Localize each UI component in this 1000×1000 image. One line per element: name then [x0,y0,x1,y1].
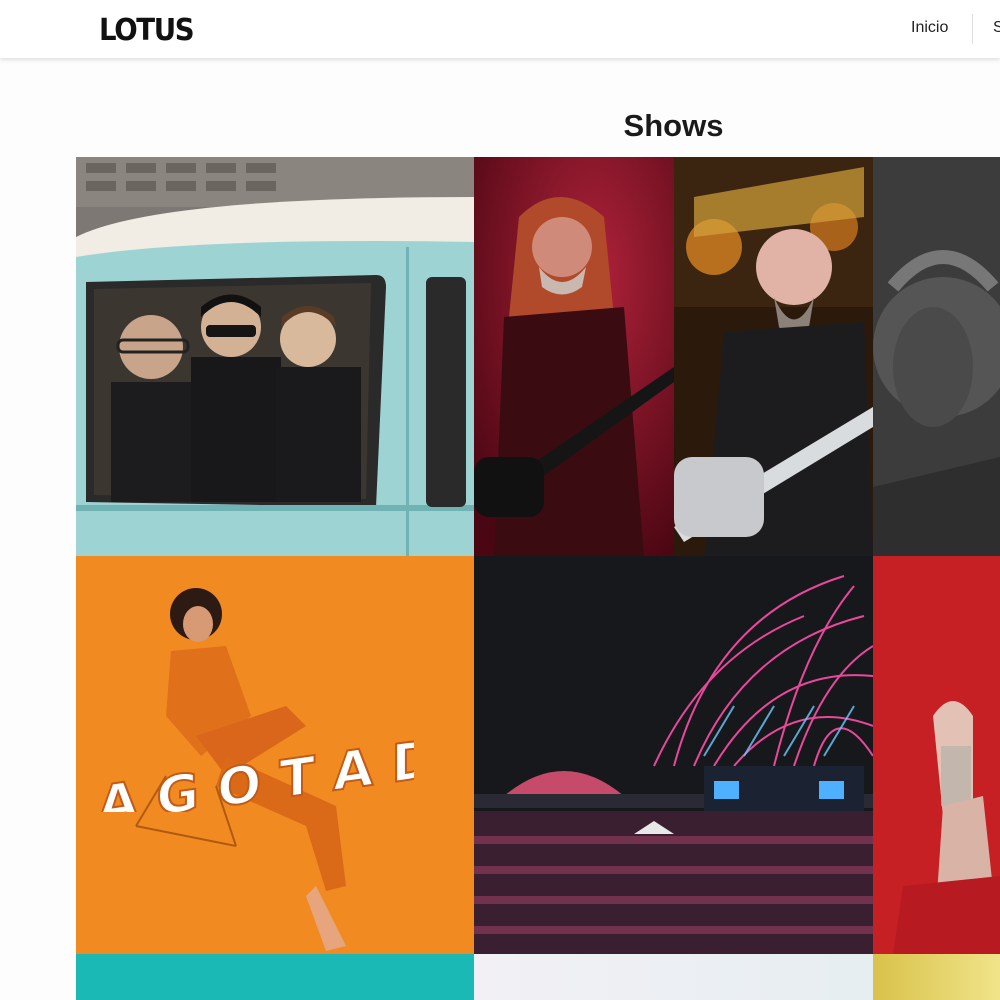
show-tile-yellow[interactable] [873,954,1000,1000]
site-header: LOTUS Inicio S [0,0,1000,58]
show-tile-guitarist[interactable] [674,157,873,556]
logo[interactable]: LOTUS [99,11,195,51]
red-artist-photo [873,556,1000,954]
show-tile-pale[interactable] [474,954,873,1000]
nav-next-item[interactable]: S [993,19,1000,37]
show-tile-bassist[interactable] [474,157,674,556]
bassist-photo [474,157,674,556]
show-tile-band-car[interactable] [76,157,474,556]
show-tile-festival[interactable] [474,556,873,954]
nav-inicio[interactable]: Inicio [911,19,948,37]
show-tile-bw-artist[interactable] [873,157,1000,556]
guitarist-photo [674,157,873,556]
show-tile-agotado[interactable]: A G O T A D O [76,556,474,954]
festival-photo [474,556,873,954]
show-tile-teal[interactable] [76,954,474,1000]
bw-artist-photo [873,157,1000,556]
sold-out-overlay: A G O T A D O [94,702,414,812]
agotado-letters: A G O T A D O [98,721,414,812]
band-car-photo [76,157,474,556]
show-tile-red-artist[interactable] [873,556,1000,954]
page-title: Shows [623,107,724,143]
nav-divider [972,14,973,44]
agotado-lettering: A G O T A D O [97,720,414,812]
